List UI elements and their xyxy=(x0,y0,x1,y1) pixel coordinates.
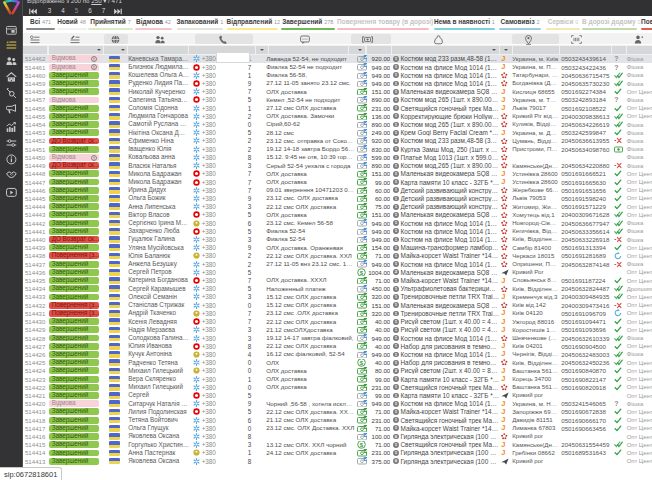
svg-text:$: $ xyxy=(360,442,364,448)
svg-text:$: $ xyxy=(360,360,364,366)
svg-text:$: $ xyxy=(360,269,364,275)
